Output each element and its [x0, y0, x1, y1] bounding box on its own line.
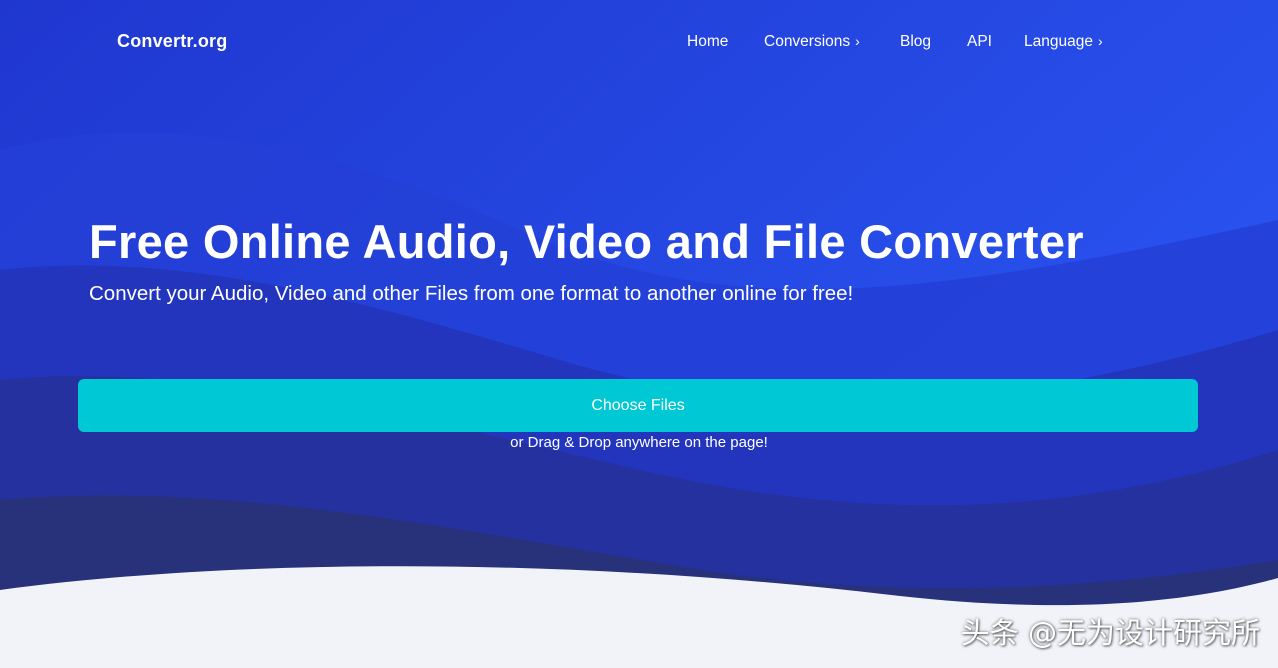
- nav-item-blog[interactable]: Blog: [900, 33, 931, 51]
- top-navbar: Convertr.org Home Conversions › Blog API …: [0, 0, 1278, 86]
- chevron-right-icon: ›: [1097, 33, 1103, 49]
- nav-menu: Home Conversions › Blog API Language ›: [0, 33, 1278, 53]
- nav-item-label: Home: [687, 33, 729, 50]
- nav-item-api[interactable]: API: [967, 33, 992, 51]
- watermark-text: 头条 @无为设计研究所: [960, 616, 1260, 650]
- nav-item-conversions[interactable]: Conversions ›: [764, 33, 860, 51]
- nav-item-label: API: [967, 33, 992, 50]
- nav-item-label: Conversions: [764, 33, 851, 50]
- page: Convertr.org Home Conversions › Blog API …: [0, 0, 1278, 668]
- hero-title: Free Online Audio, Video and File Conver…: [89, 215, 1084, 268]
- nav-item-label: Language: [1024, 33, 1093, 50]
- chevron-right-icon: ›: [855, 33, 860, 49]
- nav-item-home[interactable]: Home: [687, 33, 728, 51]
- drag-drop-hint: or Drag & Drop anywhere on the page!: [510, 434, 768, 451]
- hero-subtitle: Convert your Audio, Video and other File…: [89, 282, 854, 305]
- nav-item-label: Blog: [900, 33, 932, 50]
- nav-item-language[interactable]: Language ›: [1024, 33, 1103, 51]
- choose-files-button[interactable]: Choose Files: [78, 379, 1198, 432]
- hero-background: [0, 0, 1278, 668]
